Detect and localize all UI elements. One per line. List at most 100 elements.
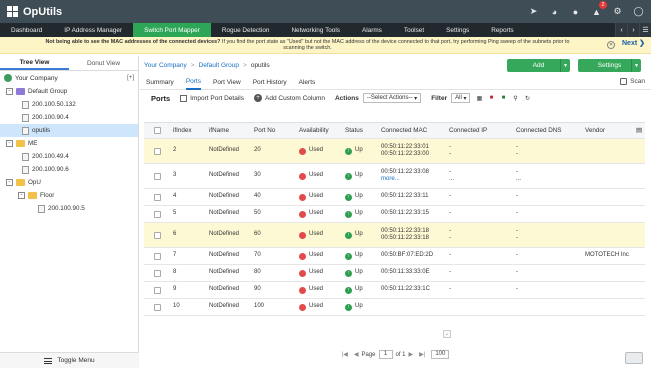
tree-node-floor[interactable]: - Floor bbox=[0, 189, 138, 202]
actions-select[interactable]: --Select Actions-- ▾ bbox=[362, 93, 422, 103]
row-checkbox[interactable] bbox=[153, 303, 161, 311]
tab-ports[interactable]: Ports bbox=[185, 75, 201, 90]
nav-reports[interactable]: Reports bbox=[480, 23, 524, 37]
pdf-icon[interactable]: ■ bbox=[487, 94, 495, 102]
tree-node-me[interactable]: - ME bbox=[0, 137, 138, 150]
row-checkbox[interactable] bbox=[153, 172, 161, 180]
tab-donut-view[interactable]: Donut View bbox=[69, 56, 138, 70]
nav-ip-address-manager[interactable]: IP Address Manager bbox=[53, 23, 133, 37]
tab-summary[interactable]: Summary bbox=[146, 75, 174, 90]
nav-rogue-detection[interactable]: Rogue Detection bbox=[211, 23, 281, 37]
tab-tree-view[interactable]: Tree View bbox=[0, 56, 69, 70]
tree-node-device[interactable]: 200.100.90.4 bbox=[0, 111, 138, 124]
tree-node-device-selected[interactable]: oputils bbox=[0, 124, 138, 137]
col-connected-dns[interactable]: Connected DNS bbox=[513, 123, 582, 138]
refresh-icon[interactable]: ↻ bbox=[523, 94, 531, 102]
nav-dashboard[interactable]: Dashboard bbox=[0, 23, 53, 37]
bell-icon[interactable]: ▲ 2 bbox=[591, 1, 607, 17]
table-row[interactable]: 5 NotDefined 50 Used ↑ Up 00:50:11:22:33:15 - - bbox=[144, 206, 645, 223]
column-chooser-icon[interactable]: ▤ bbox=[636, 127, 642, 135]
last-page-icon[interactable]: ▶| bbox=[419, 351, 425, 358]
col-port-no[interactable]: Port No bbox=[251, 123, 296, 138]
user-icon[interactable]: ● bbox=[570, 6, 581, 17]
grid-icon[interactable]: ▦ bbox=[475, 94, 483, 102]
headset-icon[interactable]: ◕ bbox=[549, 6, 560, 17]
breadcrumb-your-company[interactable]: Your Company bbox=[144, 62, 187, 69]
settings-button[interactable]: Settings ▼ bbox=[578, 59, 641, 72]
table-row[interactable]: 8 NotDefined 80 Used ↑ Up 00:50:11:33:33:0E - - bbox=[144, 265, 645, 282]
nav-alarms[interactable]: Alarms bbox=[351, 23, 393, 37]
banner-next-button[interactable]: Next ❯ bbox=[622, 40, 645, 48]
tree-node-device[interactable]: 200.100.90.6 bbox=[0, 163, 138, 176]
toggle-menu-button[interactable]: Toggle Menu bbox=[0, 352, 139, 368]
app-header: OpUtils ➤ ◕ ● ▲ 2 ⚙ ◯ bbox=[0, 0, 651, 23]
row-checkbox[interactable] bbox=[153, 210, 161, 218]
nav-next-arrow-icon[interactable]: › bbox=[627, 23, 639, 37]
banner-close-icon[interactable]: ✕ bbox=[607, 41, 615, 49]
tree-root[interactable]: Your Company [+] bbox=[0, 71, 138, 85]
nav-prev-arrow-icon[interactable]: ‹ bbox=[615, 23, 627, 37]
nav-toolset[interactable]: Toolset bbox=[393, 23, 435, 37]
chat-icon[interactable] bbox=[625, 352, 643, 364]
col-status[interactable]: Status bbox=[342, 123, 378, 138]
nav-switch-port-mapper[interactable]: Switch Port Mapper bbox=[133, 23, 211, 37]
tree-node-device[interactable]: 200.100.50.132 bbox=[0, 98, 138, 111]
table-row[interactable]: 3 NotDefined 30 Used ↑ Up 00:50:11:22:33:08 mor… bbox=[144, 164, 645, 189]
excel-icon[interactable]: ■ bbox=[499, 94, 507, 102]
collapse-toggle-icon[interactable]: - bbox=[18, 192, 25, 199]
table-row[interactable]: 6 NotDefined 60 Used ↑ Up 00:50:11:22:33:18 00:… bbox=[144, 223, 645, 248]
select-all-checkbox[interactable] bbox=[153, 127, 161, 134]
search-icon[interactable]: ⚲ bbox=[511, 94, 519, 102]
table-row[interactable]: 7 NotDefined 70 Used ↑ Up 00:50:BF:07:ED:2D - - M… bbox=[144, 248, 645, 265]
col-ifindex[interactable]: ifIndex bbox=[170, 123, 206, 138]
col-availability[interactable]: Availability bbox=[296, 123, 342, 138]
tree-node-device[interactable]: 200.100.90.5 bbox=[0, 202, 138, 215]
next-page-icon[interactable]: ▶ bbox=[409, 351, 414, 358]
add-custom-column-button[interactable]: + Add Custom Column bbox=[254, 94, 325, 102]
row-checkbox[interactable] bbox=[153, 269, 161, 277]
page-input[interactable]: 1 bbox=[378, 350, 393, 359]
prev-page-icon[interactable]: ◀ bbox=[354, 351, 359, 358]
collapse-toggle-icon[interactable]: - bbox=[6, 140, 13, 147]
first-page-icon[interactable]: |◀ bbox=[342, 351, 348, 358]
row-checkbox[interactable] bbox=[153, 231, 161, 239]
chevron-down-icon[interactable]: ▼ bbox=[631, 59, 641, 72]
col-ifname[interactable]: ifName bbox=[206, 123, 251, 138]
table-row[interactable]: 9 NotDefined 90 Used ↑ Up 00:50:11:22:33:1C - - bbox=[144, 282, 645, 299]
row-checkbox[interactable] bbox=[153, 193, 161, 201]
rocket-icon[interactable]: ➤ bbox=[528, 6, 539, 17]
tree-node-opu[interactable]: - OpU bbox=[0, 176, 138, 189]
row-checkbox[interactable] bbox=[153, 286, 161, 294]
cell-connected-mac: 00:50:11:33:33:0E bbox=[378, 265, 446, 281]
gear-icon[interactable]: ⚙ bbox=[612, 6, 623, 17]
nav-networking-tools[interactable]: Networking Tools bbox=[280, 23, 351, 37]
tab-alerts[interactable]: Alerts bbox=[299, 75, 316, 90]
table-row[interactable]: 4 NotDefined 40 Used ↑ Up 00:50:11:22:33:11 - - bbox=[144, 189, 645, 206]
tab-port-view[interactable]: Port View bbox=[213, 75, 241, 90]
col-connected-mac[interactable]: Connected MAC bbox=[378, 123, 446, 138]
expand-all-control[interactable]: [+] bbox=[127, 75, 134, 81]
tree-node-default-group[interactable]: - Default Group bbox=[0, 85, 138, 98]
col-connected-ip[interactable]: Connected IP bbox=[446, 123, 513, 138]
collapse-toggle-icon[interactable]: - bbox=[6, 179, 13, 186]
scroll-down-icon[interactable]: ⌄ bbox=[443, 330, 451, 338]
chevron-down-icon[interactable]: ▼ bbox=[560, 59, 570, 72]
profile-icon[interactable]: ◯ bbox=[633, 6, 644, 17]
row-checkbox[interactable] bbox=[153, 147, 161, 155]
breadcrumb-default-group[interactable]: Default Group bbox=[199, 62, 239, 69]
import-port-details-button[interactable]: Import Port Details bbox=[180, 94, 244, 102]
nav-menu-icon[interactable]: ☰ bbox=[639, 23, 651, 37]
page-size-select[interactable]: 100 bbox=[431, 350, 450, 359]
more-link[interactable]: more... bbox=[381, 176, 400, 184]
collapse-toggle-icon[interactable]: - bbox=[6, 88, 13, 95]
add-button[interactable]: Add ▼ bbox=[507, 59, 570, 72]
nav-settings[interactable]: Settings bbox=[435, 23, 480, 37]
table-row[interactable]: 10 NotDefined 100 Used ↑ Up bbox=[144, 299, 645, 316]
row-checkbox[interactable] bbox=[153, 252, 161, 260]
table-row[interactable]: 2 NotDefined 20 Used ↑ Up 00:50:11:22:33:01 00:… bbox=[144, 139, 645, 164]
scan-button[interactable]: Scan bbox=[620, 78, 645, 85]
col-vendor[interactable]: Vendor ▤ bbox=[582, 123, 645, 138]
tab-port-history[interactable]: Port History bbox=[253, 75, 287, 90]
tree-node-device[interactable]: 200.100.49.4 bbox=[0, 150, 138, 163]
filter-select[interactable]: All ▾ bbox=[451, 93, 471, 103]
